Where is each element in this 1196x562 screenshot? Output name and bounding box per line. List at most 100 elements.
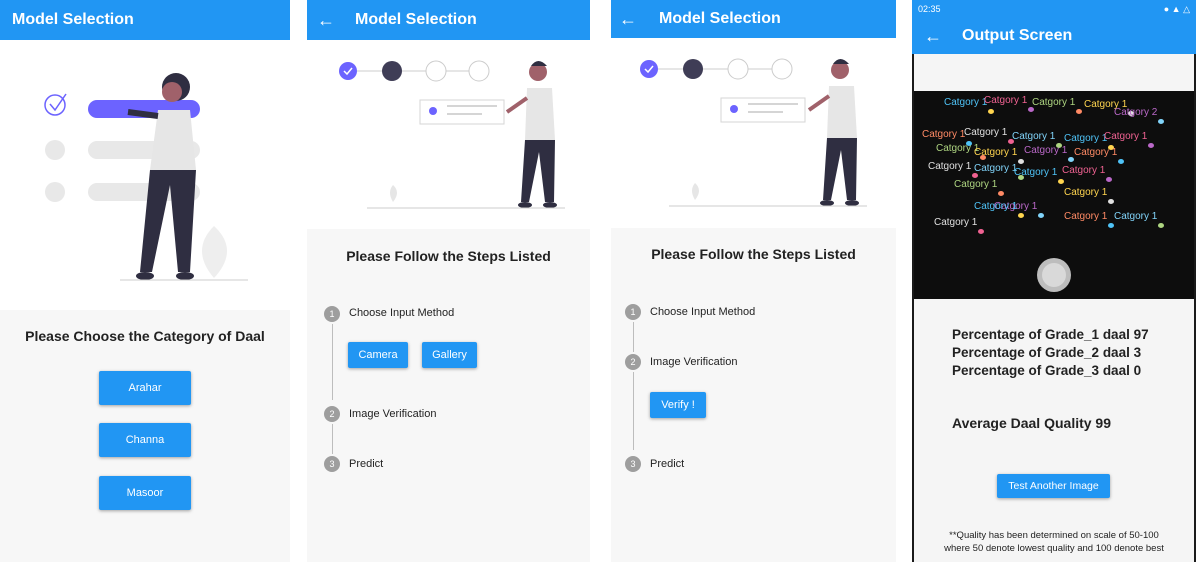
- step-pending-icon: [771, 58, 793, 80]
- detection-label: Catgory 1: [922, 129, 966, 140]
- screen-steps-verify: ← Model Selection Please Follow the Step…: [611, 0, 896, 562]
- page-heading: Please Follow the Steps Listed: [346, 248, 551, 264]
- daal-grain: [998, 191, 1004, 196]
- daal-grain: [1018, 213, 1024, 218]
- step-label-choose-input[interactable]: Choose Input Method: [650, 306, 755, 318]
- daal-grain: [1158, 119, 1164, 124]
- back-arrow-icon[interactable]: ←: [307, 10, 345, 31]
- app-bar-title: Model Selection: [12, 11, 134, 28]
- onboarding-illustration: [640, 58, 867, 207]
- screen-output: 02:35 ● ▲ △ ← Output Screen Catgory 1 Cat…: [912, 0, 1196, 562]
- daal-grain: [1118, 159, 1124, 164]
- step-number-2: 2: [625, 354, 641, 370]
- average-quality: Average Daal Quality 99: [952, 415, 1112, 431]
- daal-grain: [1076, 109, 1082, 114]
- daal-grain: [1058, 179, 1064, 184]
- step-number-2: 2: [324, 406, 340, 422]
- progress-stepper: [339, 60, 490, 82]
- step-pending-icon: [425, 60, 447, 82]
- page-heading: Please Follow the Steps Listed: [651, 246, 856, 262]
- channa-button[interactable]: Channa: [99, 423, 191, 457]
- step-connector: [633, 322, 634, 352]
- daal-grain: [988, 109, 994, 114]
- app-bar-title: Model Selection: [659, 10, 781, 27]
- daal-grain: [1108, 199, 1114, 204]
- status-time: 02:35: [918, 4, 941, 14]
- page-heading: Please Choose the Category of Daal: [25, 328, 265, 344]
- back-arrow-icon[interactable]: ←: [912, 26, 954, 47]
- app-bar: ← Model Selection: [307, 0, 590, 40]
- step-label-predict[interactable]: Predict: [650, 458, 684, 470]
- arahar-button[interactable]: Arahar: [99, 371, 191, 405]
- detection-label: Catgory 1: [944, 97, 988, 108]
- progress-stepper: [640, 58, 793, 80]
- step-connector: [633, 372, 634, 450]
- status-bar: 02:35 ● ▲ △: [912, 0, 1196, 18]
- detection-label: Catgory 1: [1064, 211, 1108, 222]
- grade-1-percentage: Percentage of Grade_1 daal 97: [952, 327, 1149, 342]
- detection-label: Catgory 1: [974, 147, 1018, 158]
- detection-label: Catgory 1: [1064, 133, 1108, 144]
- app-bar-title: Model Selection: [355, 11, 477, 28]
- step-pending-icon: [468, 60, 490, 82]
- back-arrow-icon[interactable]: ←: [611, 9, 645, 30]
- detection-label: Catgory 1: [936, 143, 980, 154]
- detection-label: Catgory 1: [928, 161, 972, 172]
- detection-label: Catgory 1: [1032, 97, 1076, 108]
- app-bar: Model Selection: [0, 0, 290, 40]
- screen-steps-input: ← Model Selection Please Follow the Step…: [307, 0, 590, 562]
- detection-label: Catgory 2: [1114, 107, 1158, 118]
- detection-label: Catgory 1: [1064, 187, 1108, 198]
- daal-grain: [1038, 213, 1044, 218]
- verify-button[interactable]: Verify !: [650, 392, 706, 418]
- step-done-icon: [640, 60, 658, 78]
- step-pending-icon: [727, 58, 749, 80]
- app-bar: ← Model Selection: [611, 0, 896, 38]
- grade-2-percentage: Percentage of Grade_2 daal 3: [952, 345, 1142, 360]
- step-number-3: 3: [324, 456, 340, 472]
- daal-grain: [1108, 223, 1114, 228]
- daal-grain: [1148, 143, 1154, 148]
- detection-label: Catgory 1: [1014, 167, 1058, 178]
- test-another-image-button[interactable]: Test Another Image: [997, 474, 1110, 498]
- detection-label: Catgory 1: [964, 127, 1008, 138]
- step-current-icon: [382, 61, 402, 81]
- detection-label: Catgory 1: [1024, 145, 1068, 156]
- person-illustration: [44, 73, 248, 281]
- masoor-button[interactable]: Masoor: [99, 476, 191, 510]
- gallery-button[interactable]: Gallery: [422, 342, 477, 368]
- camera-button[interactable]: Camera: [348, 342, 408, 368]
- detection-result-image: Catgory 1 Catgory 1 Catgory 1 Catgory 1 Catg…: [914, 91, 1194, 299]
- step-done-icon: [339, 62, 357, 80]
- onboarding-illustration: [339, 60, 565, 209]
- content-area: [307, 229, 590, 562]
- screen-category-selection: Model Selection Please Choose the Catego…: [0, 0, 290, 562]
- coin-reference: [1037, 258, 1071, 292]
- detection-label: Catgory 1: [984, 95, 1028, 106]
- step-number-1: 1: [625, 304, 641, 320]
- step-label-image-verification[interactable]: Image Verification: [650, 356, 737, 368]
- quality-note-line-2: where 50 denote lowest quality and 100 d…: [944, 543, 1164, 554]
- detection-label: Catgory 1: [954, 179, 998, 190]
- step-label-choose-input[interactable]: Choose Input Method: [349, 307, 454, 319]
- detection-label: Catgory 1: [1074, 147, 1118, 158]
- step-label-image-verification[interactable]: Image Verification: [349, 408, 436, 420]
- daal-grain: [1158, 223, 1164, 228]
- step-number-3: 3: [625, 456, 641, 472]
- step-number-1: 1: [324, 306, 340, 322]
- grade-3-percentage: Percentage of Grade_3 daal 0: [952, 363, 1142, 378]
- detection-label: Catgory 1: [934, 217, 978, 228]
- step-label-predict[interactable]: Predict: [349, 458, 383, 470]
- step-current-icon: [683, 59, 703, 79]
- app-bar-title: Output Screen: [962, 27, 1073, 44]
- daal-grain: [1106, 177, 1112, 182]
- detection-label: Catgory 1: [974, 201, 1018, 212]
- quality-note-line-1: **Quality has been determined on scale o…: [949, 530, 1159, 541]
- daal-grain: [1018, 159, 1024, 164]
- detection-label: Catgory 1: [1114, 211, 1158, 222]
- detection-label: Catgory 1: [1012, 131, 1056, 142]
- step-connector: [332, 424, 333, 454]
- detection-label: Catgory 1: [1104, 131, 1148, 142]
- daal-grain: [978, 229, 984, 234]
- step-connector: [332, 324, 333, 400]
